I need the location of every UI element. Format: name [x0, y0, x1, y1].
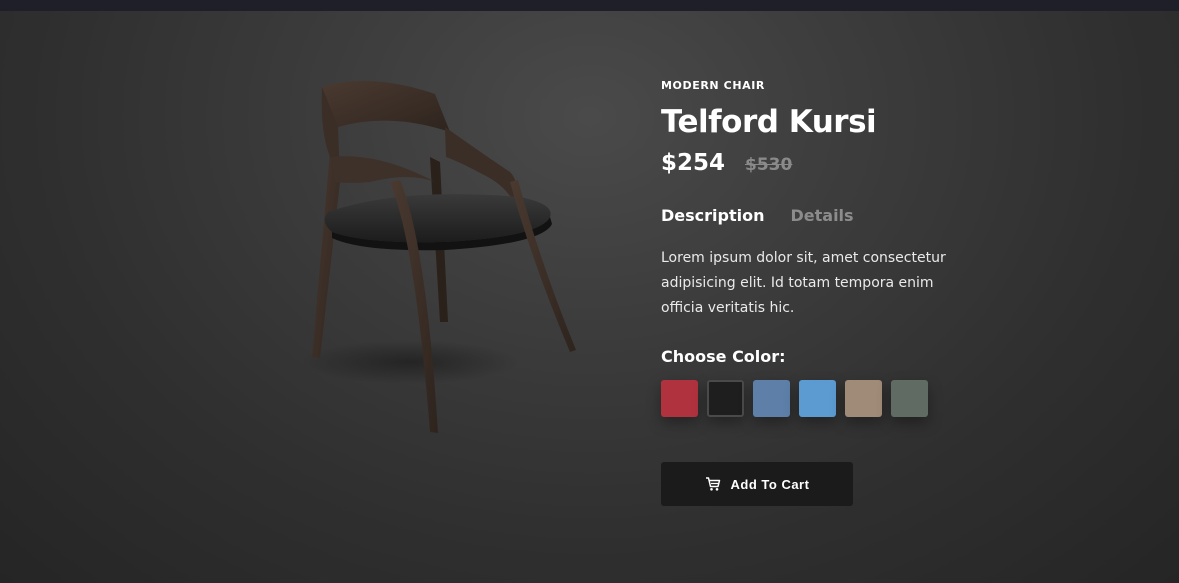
add-to-cart-label: Add To Cart: [730, 476, 810, 492]
product-description: Lorem ipsum dolor sit, amet consectetur …: [661, 250, 946, 316]
cart-icon: [705, 476, 721, 492]
tab-details[interactable]: Details: [790, 206, 853, 226]
price-row: $254 $530: [661, 150, 1001, 180]
chair-image: [270, 72, 590, 452]
add-to-cart-button[interactable]: Add To Cart: [661, 462, 853, 506]
swatch-black[interactable]: [707, 380, 744, 417]
swatch-denim[interactable]: [753, 380, 790, 417]
color-swatches: [661, 380, 1001, 417]
product-category: MODERN CHAIR: [661, 79, 766, 92]
top-bar: [0, 0, 1179, 11]
swatch-gray-green[interactable]: [891, 380, 928, 417]
product-tabs: Description Details: [661, 206, 1001, 226]
tab-description[interactable]: Description: [661, 206, 764, 226]
swatch-beige[interactable]: [845, 380, 882, 417]
color-label: Choose Color:: [661, 347, 786, 366]
current-price: $254: [661, 150, 726, 176]
swatch-light-blue[interactable]: [799, 380, 836, 417]
original-price: $530: [745, 155, 793, 175]
swatch-red[interactable]: [661, 380, 698, 417]
product-title: Telford Kursi: [661, 104, 877, 140]
product-info: MODERN CHAIR Telford Kursi $254 $530 Des…: [661, 78, 1001, 506]
